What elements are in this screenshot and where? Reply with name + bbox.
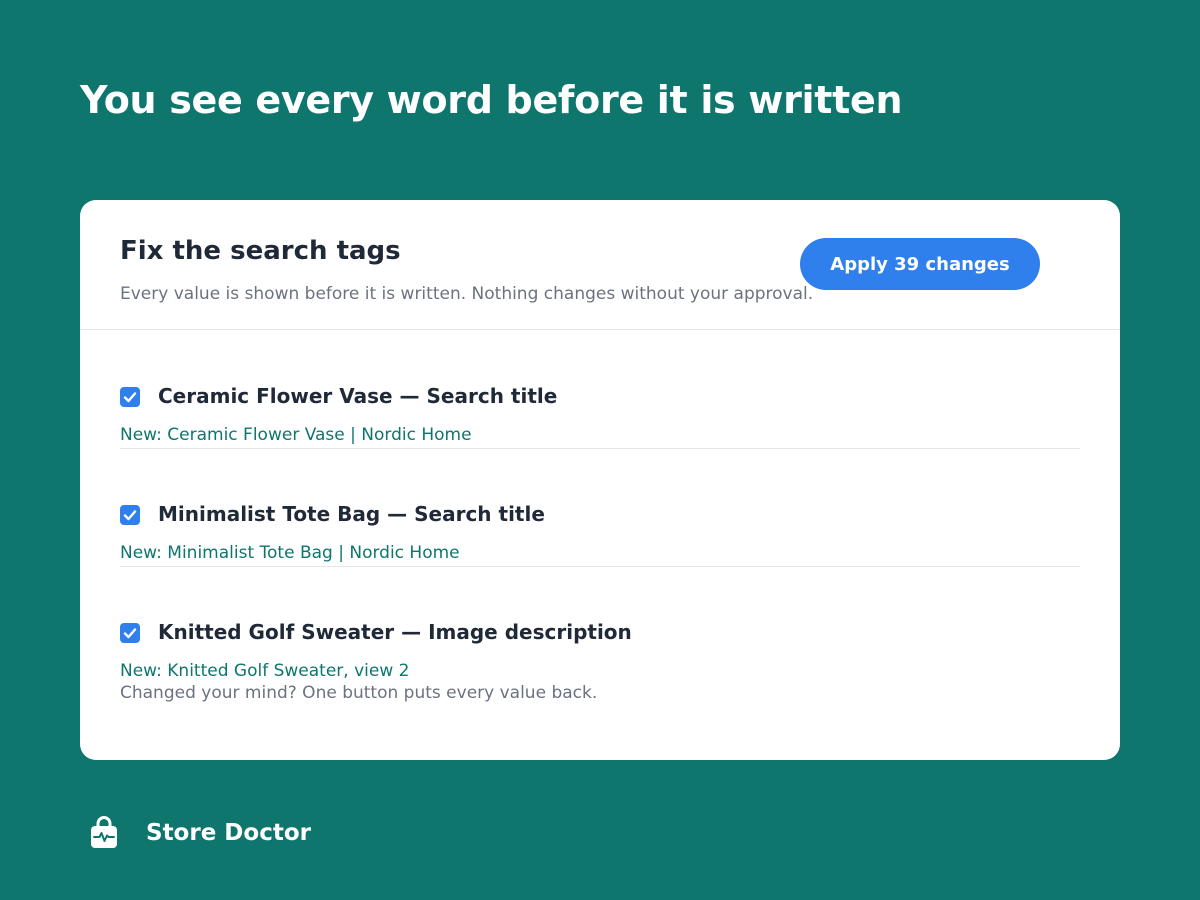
change-list: Ceramic Flower Vase — Search title New: … [120, 331, 1080, 703]
checkmark-icon [123, 628, 137, 639]
brand-name: Store Doctor [146, 820, 311, 846]
change-checkbox[interactable] [120, 505, 140, 525]
change-checkbox[interactable] [120, 387, 140, 407]
change-new-value: New: Minimalist Tote Bag | Nordic Home [120, 543, 460, 563]
change-checkbox[interactable] [120, 623, 140, 643]
change-item: Knitted Golf Sweater — Image description… [120, 567, 1080, 703]
change-title: Ceramic Flower Vase — Search title [158, 384, 558, 408]
apply-changes-button[interactable]: Apply 39 changes [800, 238, 1040, 290]
shopping-bag-pulse-icon [91, 816, 117, 848]
change-item: Minimalist Tote Bag — Search title New: … [120, 449, 1080, 567]
card-header: Fix the search tags Every value is shown… [80, 200, 1120, 330]
change-title: Knitted Golf Sweater — Image description [158, 620, 632, 644]
change-title: Minimalist Tote Bag — Search title [158, 502, 545, 526]
change-new-value: New: Knitted Golf Sweater, view 2 [120, 661, 410, 681]
checkmark-icon [123, 392, 137, 403]
change-new-value: New: Ceramic Flower Vase | Nordic Home [120, 425, 472, 445]
page-headline: You see every word before it is written [80, 78, 903, 122]
brand: Store Doctor [88, 816, 311, 850]
undo-note: Changed your mind? One button puts every… [120, 683, 598, 703]
change-item: Ceramic Flower Vase — Search title New: … [120, 331, 1080, 449]
checkmark-icon [123, 510, 137, 521]
card-title: Fix the search tags [120, 236, 401, 266]
changes-card: Fix the search tags Every value is shown… [80, 200, 1120, 760]
card-subtitle: Every value is shown before it is writte… [120, 284, 814, 304]
